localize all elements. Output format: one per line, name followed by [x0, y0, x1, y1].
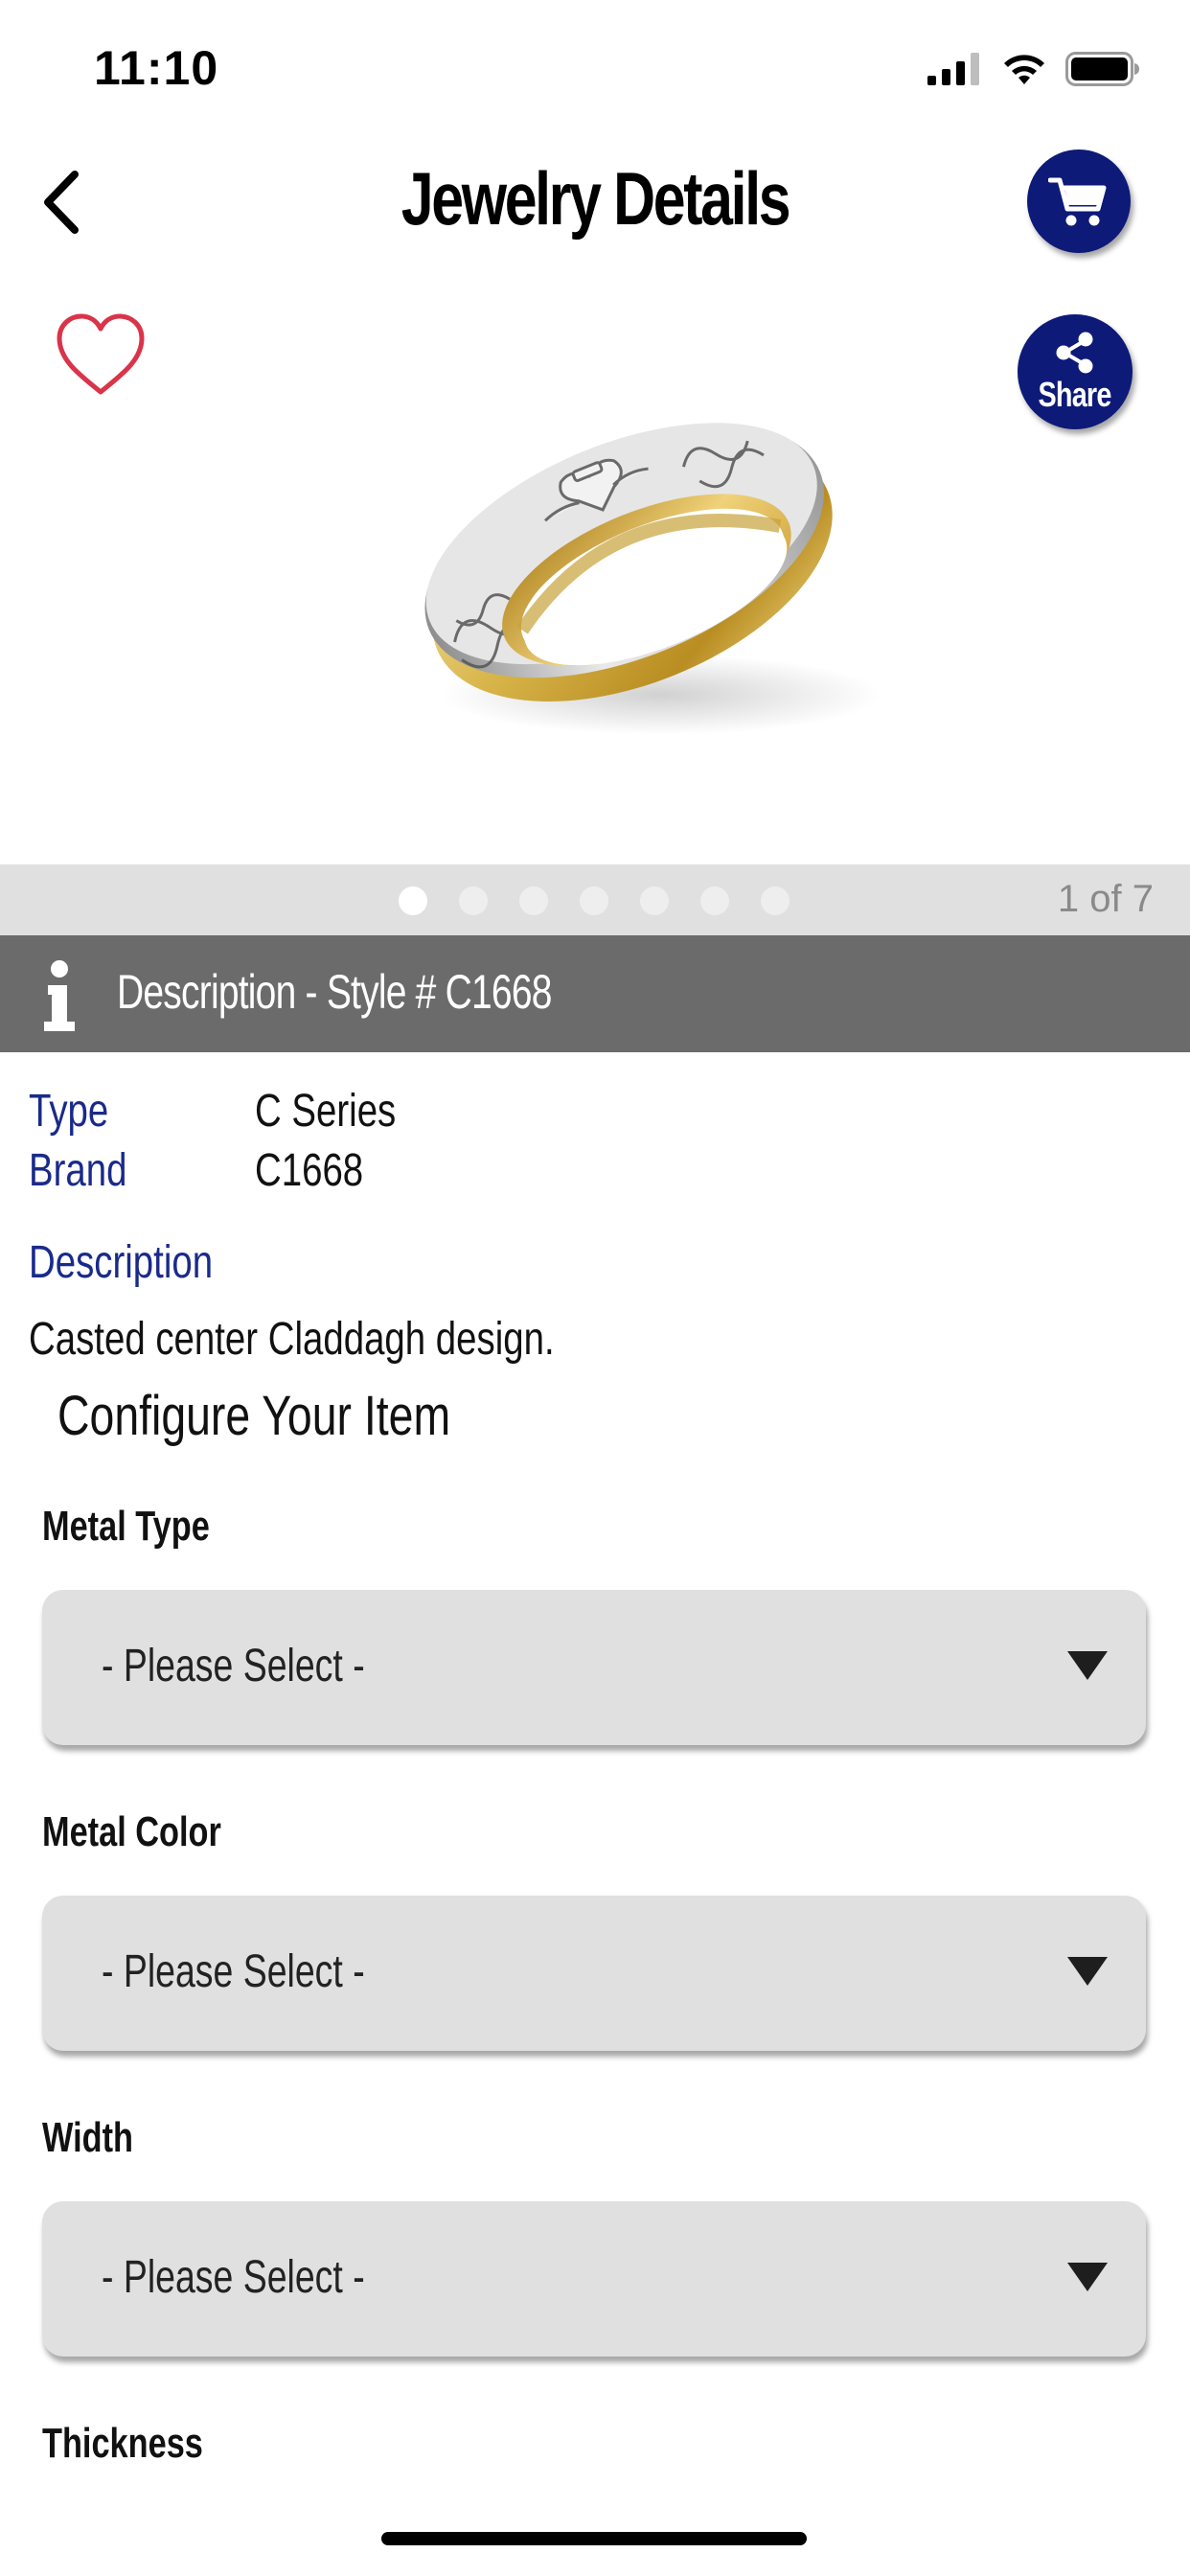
width-label: Width — [42, 2114, 133, 2161]
share-button[interactable]: Share — [1018, 314, 1133, 429]
heart-outline-icon — [57, 313, 145, 395]
wifi-icon — [1004, 55, 1044, 84]
signal-icon — [927, 53, 979, 85]
share-icon — [1056, 332, 1093, 374]
status-time: 11:10 — [94, 41, 219, 95]
description-header-text: Description - Style # C1668 — [117, 965, 552, 1019]
nav-header: Jewelry Details — [0, 134, 1190, 268]
width-select[interactable]: - Please Select - — [42, 2201, 1146, 2357]
caret-down-icon — [1067, 2263, 1108, 2291]
home-indicator — [381, 2532, 807, 2545]
pager-dot-7[interactable] — [761, 886, 790, 915]
pager-dot-2[interactable] — [459, 886, 488, 915]
back-button[interactable] — [27, 169, 94, 236]
status-icons — [927, 52, 1140, 86]
description-header: Description - Style # C1668 — [0, 935, 1190, 1052]
description-text: Casted center Claddagh design. — [29, 1314, 555, 1365]
brand-value: C1668 — [255, 1145, 364, 1196]
page-title: Jewelry Details — [400, 156, 791, 241]
cart-icon — [1048, 177, 1107, 226]
metal-color-select[interactable]: - Please Select - — [42, 1896, 1146, 2051]
width-value: - Please Select - — [102, 2252, 365, 2303]
description-label: Description — [29, 1237, 214, 1288]
share-label: Share — [1038, 375, 1112, 414]
pager-count: 1 of 7 — [1057, 878, 1154, 920]
metal-color-label: Metal Color — [42, 1808, 221, 1855]
status-bar: 11:10 — [0, 0, 1190, 134]
metal-color-value: - Please Select - — [102, 1946, 365, 1997]
pager-dot-3[interactable] — [519, 886, 548, 915]
type-label: Type — [29, 1086, 109, 1137]
brand-label: Brand — [29, 1145, 127, 1196]
pager-dot-6[interactable] — [700, 886, 729, 915]
chevron-left-icon — [44, 171, 79, 234]
pager-dot-1[interactable] — [399, 886, 427, 915]
metal-type-label: Metal Type — [42, 1503, 210, 1550]
pager-dot-4[interactable] — [580, 886, 608, 915]
favorite-button[interactable] — [54, 311, 148, 398]
pager-dot-5[interactable] — [640, 886, 669, 915]
caret-down-icon — [1067, 1957, 1108, 1986]
metal-type-value: - Please Select - — [102, 1641, 365, 1691]
pager-dots — [399, 886, 790, 915]
caret-down-icon — [1067, 1651, 1108, 1680]
metal-type-select[interactable]: - Please Select - — [42, 1590, 1146, 1745]
thickness-label: Thickness — [42, 2420, 203, 2467]
cart-button[interactable] — [1027, 150, 1131, 253]
info-icon — [44, 960, 75, 1031]
type-value: C Series — [255, 1086, 397, 1137]
battery-icon — [1065, 52, 1139, 86]
image-pager: 1 of 7 — [0, 864, 1190, 935]
configure-heading: Configure Your Item — [57, 1385, 451, 1447]
ring-product-image[interactable] — [374, 379, 910, 762]
